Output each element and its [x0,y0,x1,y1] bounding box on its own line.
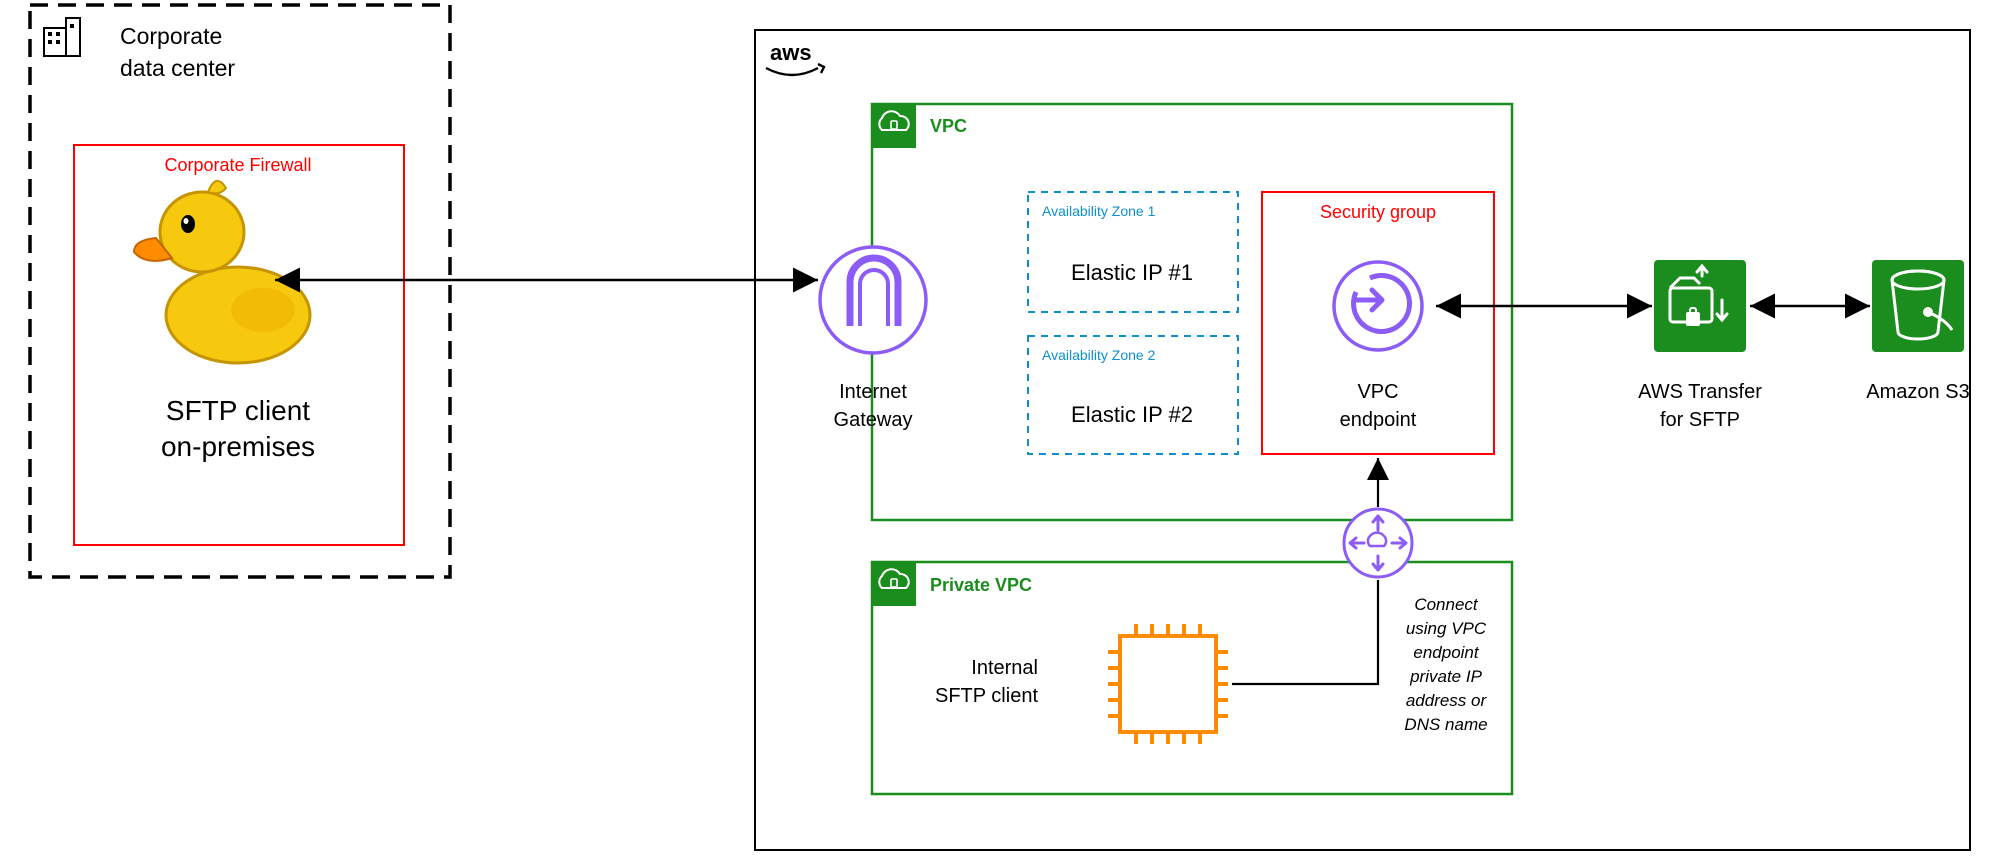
corporate-title-1: Corporate [120,23,222,49]
corporate-title-2: data center [120,55,235,81]
chip-icon [1108,624,1228,744]
note-l2: using VPC [1406,619,1487,638]
aws-transfer-label-2: for SFTP [1660,409,1740,431]
aws-logo: aws [766,40,824,75]
vpc-endpoint-icon [1334,262,1422,350]
note-l4: private IP [1409,667,1482,686]
aws-transfer-icon [1654,260,1746,352]
s3-label: Amazon S3 [1866,381,1969,403]
vpc-endpoint-label-2: endpoint [1340,409,1417,431]
internal-client-label-2: SFTP client [935,685,1038,707]
private-vpc-label: Private VPC [930,575,1032,595]
note-l5: address or [1406,691,1488,710]
note-l1: Connect [1414,595,1479,614]
svg-text:aws: aws [770,40,812,65]
building-icon [44,18,80,56]
aws-transfer-label-1: AWS Transfer [1638,381,1762,403]
s3-icon [1872,260,1964,352]
internet-gateway-label-1: Internet [839,381,907,403]
internet-gateway-icon [820,247,926,353]
vpc-endpoint-label-1: VPC [1357,381,1398,403]
note-l3: endpoint [1413,643,1480,662]
vpc-label: VPC [930,116,967,136]
note-l6: DNS name [1404,715,1487,734]
internal-client-label-1: Internal [971,657,1038,679]
architecture-diagram: Corporate data center Corporate Firewall… [0,0,2010,862]
az1-title: Availability Zone 1 [1042,203,1156,219]
vpc-peering-icon [1344,509,1412,577]
az2-title: Availability Zone 2 [1042,347,1156,363]
security-group-label: Security group [1320,202,1436,222]
aws-cloud-box [755,30,1970,850]
sftp-client-label-2: on-premises [161,431,315,462]
sftp-client-duck-icon [134,181,310,363]
internet-gateway-label-2: Gateway [834,409,913,431]
sftp-client-label-1: SFTP client [166,395,310,426]
firewall-label: Corporate Firewall [164,155,311,175]
az2-elastic: Elastic IP #2 [1071,402,1193,427]
az1-elastic: Elastic IP #1 [1071,260,1193,285]
connector-internal-peer [1232,580,1378,684]
